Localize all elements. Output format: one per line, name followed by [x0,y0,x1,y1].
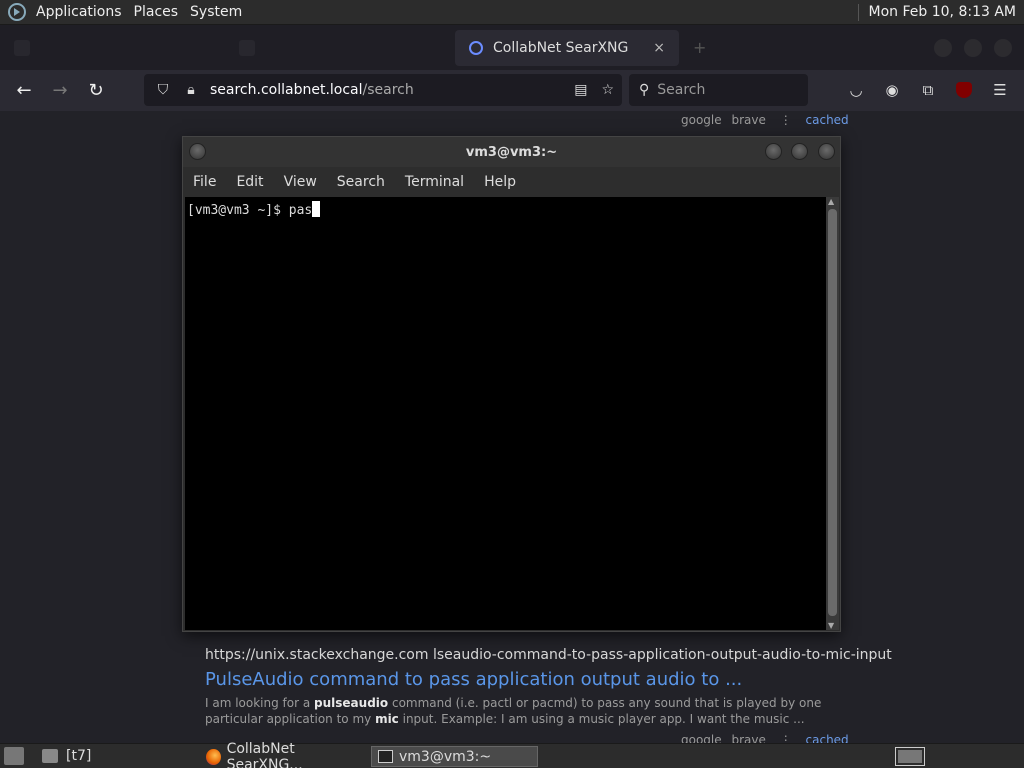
separator: ⋮ [779,113,792,127]
taskbar-label: vm3@vm3:~ [399,748,492,765]
tab-title: CollabNet SearXNG [493,39,629,56]
reload-button[interactable]: ↻ [78,74,114,106]
lock-icon[interactable]: 🔒︎ [182,82,200,98]
menu-hamburger-icon[interactable]: ☰ [988,78,1012,102]
maximize-button[interactable] [791,143,808,160]
close-window-button[interactable] [994,38,1012,57]
reload-icon: ↻ [88,79,104,101]
arrow-right-icon: → [52,79,68,101]
tab-favicon-icon [14,39,30,56]
url-bar[interactable]: ⛉ 🔒︎ search.collabnet.local/search ▤ ☆ [144,74,622,106]
searxng-favicon-icon [469,40,483,55]
menu-applications[interactable]: Applications [30,0,128,25]
terminal-window[interactable]: vm3@vm3:~ File Edit View Search Terminal… [182,136,841,632]
terminal-prompt: [vm3@vm3 ~]$ [187,203,289,218]
browser-tab[interactable] [0,25,225,70]
scroll-down-icon[interactable]: ▼ [828,621,834,630]
taskbar-item-terminal[interactable]: vm3@vm3:~ [371,746,538,767]
terminal-title: vm3@vm3:~ [465,144,558,160]
terminal-input-text: pas [288,203,313,218]
browser-tab-active[interactable]: CollabNet SearXNG × [455,29,679,66]
search-input[interactable]: ⚲ Search [629,74,808,106]
search-icon: ⚲ [639,82,650,98]
window-menu-button[interactable] [189,143,206,160]
folder-icon[interactable] [42,749,58,763]
terminal-icon [378,750,393,763]
back-button[interactable]: ← [6,74,42,106]
terminal-scrollbar[interactable]: ▲ ▼ [826,197,839,630]
pocket-icon[interactable]: ◡ [844,78,868,102]
menu-file[interactable]: File [183,174,226,190]
terminal-prompt-line: [vm3@vm3 ~]$ pas [185,197,827,222]
search-result: https://unix.stackexchange.com lseaudio-… [205,647,892,727]
browser-tab[interactable] [225,25,455,70]
ublock-origin-icon[interactable] [952,78,976,102]
terminal-output[interactable]: [vm3@vm3 ~]$ pas [185,197,827,630]
show-desktop-icon[interactable] [4,747,24,765]
extensions-icon[interactable]: ⧉ [916,78,940,102]
forward-button[interactable]: → [42,74,78,106]
result-links: google brave ⋮ cached [681,113,849,127]
engine-link[interactable]: google [681,113,722,127]
minimize-button[interactable] [765,143,782,160]
taskbar-item[interactable]: [t7] [66,748,91,764]
terminal-titlebar[interactable]: vm3@vm3:~ [183,137,840,167]
reader-view-icon[interactable]: ▤ [574,82,587,98]
close-button[interactable] [818,143,835,160]
url-text[interactable]: search.collabnet.local/search [210,82,414,98]
panel-clock[interactable]: Mon Feb 10, 8:13 AM [857,3,1024,21]
text-cursor [312,201,321,217]
arrow-left-icon: ← [16,79,32,101]
menu-places[interactable]: Places [128,0,185,25]
terminal-menubar: File Edit View Search Terminal Help [183,167,840,197]
cached-link[interactable]: cached [806,113,849,127]
menu-edit[interactable]: Edit [226,174,273,190]
firefox-icon [206,748,221,765]
top-panel: Applications Places System Mon Feb 10, 8… [0,0,1024,25]
tab-favicon-icon [239,39,255,56]
close-tab-icon[interactable]: × [653,40,665,56]
workspace-switcher[interactable] [895,747,925,766]
engine-link[interactable]: brave [731,113,765,127]
taskbar-item-firefox[interactable]: CollabNet SearXNG... [200,741,368,768]
workspace-1[interactable] [898,750,922,763]
bottom-panel: [t7] CollabNet SearXNG... vm3@vm3:~ [0,741,1024,768]
scrollbar-thumb[interactable] [828,209,837,616]
menu-system[interactable]: System [184,0,248,25]
menu-search[interactable]: Search [327,174,395,190]
applications-logo-icon[interactable] [8,3,26,21]
browser-window-controls [934,38,1024,57]
result-title-link[interactable]: PulseAudio command to pass application o… [205,669,825,690]
result-url[interactable]: https://unix.stackexchange.com lseaudio-… [205,647,892,663]
new-tab-button[interactable]: + [679,38,720,57]
browser-nav-bar: ← → ↻ ⛉ 🔒︎ search.collabnet.local/search… [0,70,1024,111]
bookmark-star-icon[interactable]: ☆ [601,82,614,98]
browser-tab-bar: CollabNet SearXNG × + [0,25,1024,70]
maximize-window-button[interactable] [964,38,982,57]
minimize-window-button[interactable] [934,38,952,57]
menu-view[interactable]: View [274,174,327,190]
scroll-up-icon[interactable]: ▲ [828,197,834,206]
menu-terminal[interactable]: Terminal [395,174,474,190]
result-snippet: I am looking for a pulseaudio command (i… [205,696,822,726]
menu-help[interactable]: Help [474,174,526,190]
search-placeholder: Search [657,82,706,98]
taskbar-label: CollabNet SearXNG... [226,740,303,768]
account-icon[interactable]: ◉ [880,78,904,102]
tracking-shield-icon[interactable]: ⛉ [154,82,172,98]
